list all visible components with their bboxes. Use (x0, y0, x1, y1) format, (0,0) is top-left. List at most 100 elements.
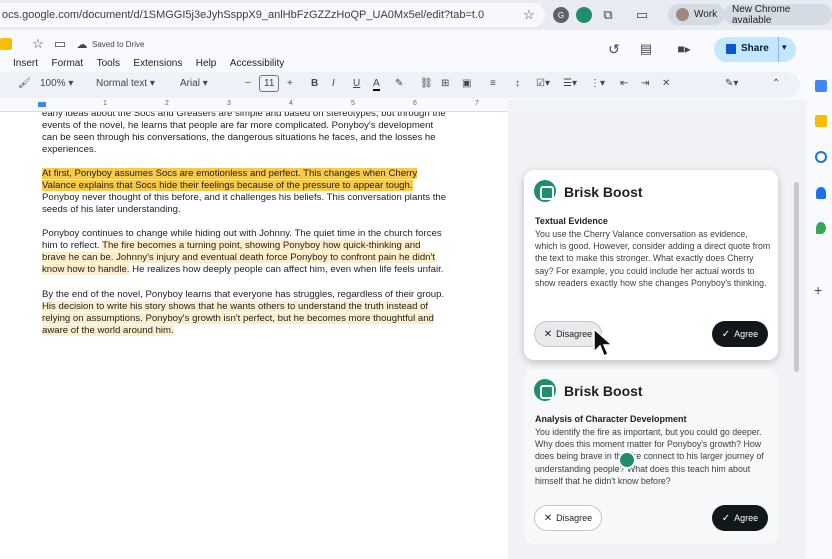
share-label: Share (741, 43, 769, 54)
meet-icon[interactable]: ■▸ (673, 40, 695, 58)
feedback-card: Brisk Boost Textual Evidence You use the… (524, 170, 778, 360)
increase-indent-icon[interactable]: ⇥ (641, 78, 649, 89)
zoom-value: 100% (40, 78, 66, 89)
bookmark-star-icon[interactable]: ☆ (521, 7, 537, 23)
increase-size-icon[interactable]: + (287, 78, 293, 89)
italic-button[interactable]: I (332, 78, 335, 89)
move-folder-icon[interactable]: ▭ (52, 36, 68, 52)
share-divider (778, 37, 779, 62)
share-button[interactable]: Share ▾ (714, 37, 796, 62)
comment-icon[interactable]: ⊞ (441, 78, 449, 89)
indent-marker[interactable] (38, 102, 46, 107)
menu-bar: Insert Format Tools Extensions Help Acce… (13, 53, 293, 71)
update-chrome-label: New Chrome available (732, 3, 791, 26)
agree-button[interactable]: ✓ Agree (712, 505, 768, 531)
share-dropdown-icon[interactable]: ▾ (782, 42, 787, 53)
disagree-button[interactable]: ✕ Disagree (534, 321, 602, 347)
side-rail: + (806, 30, 832, 559)
menu-insert[interactable]: Insert (13, 58, 38, 69)
check-icon: ✓ (721, 512, 731, 524)
menu-accessibility[interactable]: Accessibility (230, 58, 284, 69)
font-size-input[interactable]: 11 (259, 75, 280, 92)
maps-icon[interactable] (816, 222, 826, 234)
line-spacing-icon[interactable]: ↕ (515, 78, 520, 89)
document-page[interactable]: early ideas about the Socs and Greasers … (0, 112, 508, 559)
brisk-logo-icon (534, 379, 556, 401)
agree-label: Agree (734, 329, 759, 339)
underline-button[interactable]: U (353, 78, 360, 89)
check-icon: ✓ (721, 328, 731, 340)
paragraph-3: Ponyboy continues to change while hiding… (42, 228, 447, 276)
text-color-button[interactable]: A (373, 78, 380, 91)
cloud-saved-icon: ☁ (76, 38, 88, 51)
highlight-icon[interactable]: ✎ (395, 78, 403, 89)
calendar-icon[interactable] (815, 80, 827, 92)
editing-mode-icon[interactable]: ✎▾ (725, 78, 738, 89)
image-icon[interactable]: ▣ (462, 78, 471, 89)
formatting-toolbar: 🖌 100% ▾ Normal text ▾ Arial ▾ − 11 + B … (0, 72, 800, 98)
bold-button[interactable]: B (311, 78, 318, 89)
extension-icon[interactable]: G (553, 7, 569, 23)
profile-name: Work (694, 9, 718, 20)
bulleted-list-icon[interactable]: ☰▾ (563, 78, 577, 89)
card-body: You use the Cherry Valance conversation … (535, 229, 771, 288)
profile-avatar (676, 8, 689, 21)
clear-formatting-icon[interactable]: ✕ (662, 78, 670, 89)
decrease-size-icon[interactable]: − (245, 78, 251, 89)
paragraph-1: early ideas about the Socs and Greasers … (42, 112, 446, 156)
close-icon: ✕ (543, 512, 553, 524)
docs-logo-icon (0, 38, 12, 50)
history-icon[interactable]: ↺ (605, 40, 623, 58)
brisk-extension-icon[interactable] (576, 7, 592, 23)
profile-chip[interactable]: Work (668, 4, 726, 25)
mouse-cursor-icon (593, 328, 613, 358)
keep-icon[interactable] (815, 115, 827, 127)
saved-status: Saved to Drive (92, 40, 145, 49)
menu-tools[interactable]: Tools (97, 58, 120, 69)
style-select[interactable]: Normal text ▾ (96, 78, 155, 89)
add-addon-icon[interactable]: + (814, 282, 822, 298)
checklist-icon[interactable]: ☑▾ (536, 78, 550, 89)
font-value: Arial (180, 78, 201, 89)
paint-format-icon[interactable]: 🖌 (18, 78, 31, 89)
disagree-button[interactable]: ✕ Disagree (534, 505, 602, 531)
brisk-floating-icon[interactable] (618, 451, 636, 469)
disagree-label: Disagree (556, 329, 593, 339)
link-icon[interactable]: ⛓ (420, 78, 433, 89)
decrease-indent-icon[interactable]: ⇤ (620, 78, 628, 89)
zoom-select[interactable]: 100% ▾ (40, 78, 73, 89)
ruler-mark-3: 3 (227, 100, 231, 107)
agree-label: Agree (734, 513, 759, 523)
menu-format[interactable]: Format (51, 58, 83, 69)
align-icon[interactable]: ≡ (490, 78, 496, 89)
disagree-label: Disagree (556, 513, 593, 523)
numbered-list-icon[interactable]: ⋮▾ (590, 78, 605, 89)
collapse-toolbar-icon[interactable]: ⌃ (772, 78, 780, 89)
menu-help[interactable]: Help (196, 58, 217, 69)
tasks-icon[interactable] (815, 151, 827, 163)
tab-search-icon[interactable]: ▭ (634, 7, 650, 23)
update-chrome-chip[interactable]: New Chrome available (724, 3, 832, 26)
paragraph-4-start: By the end of the novel, Ponyboy learns … (42, 289, 445, 300)
paragraph-4: By the end of the novel, Ponyboy learns … (42, 289, 447, 337)
contacts-icon[interactable] (816, 187, 826, 199)
highlight-cherry: At first, Ponyboy assumes Socs are emoti… (42, 168, 418, 192)
ruler-mark-1: 1 (103, 100, 107, 107)
card-title: Brisk Boost (564, 184, 643, 200)
menu-extensions[interactable]: Extensions (133, 58, 182, 69)
card-title: Brisk Boost (564, 383, 643, 399)
paragraph-3-end: He realizes how deeply people can affect… (129, 264, 444, 276)
ruler-mark-6: 6 (413, 100, 417, 107)
star-icon[interactable]: ☆ (30, 36, 46, 52)
puzzle-icon[interactable]: ⧉ (600, 7, 616, 23)
font-select[interactable]: Arial ▾ (180, 78, 208, 89)
ruler-mark-7: 7 (475, 100, 479, 107)
panel-scrollbar[interactable] (794, 182, 799, 372)
address-bar[interactable]: ocs.google.com/document/d/1SMGGI5j3eJyhS… (0, 3, 545, 27)
comments-icon[interactable]: ▤ (637, 40, 655, 58)
brisk-logo-icon (534, 180, 556, 202)
agree-button[interactable]: ✓ Agree (712, 321, 768, 347)
ruler-mark-4: 4 (289, 100, 293, 107)
paragraph-2: At first, Ponyboy assumes Socs are emoti… (42, 168, 447, 216)
feedback-card: Brisk Boost Analysis of Character Develo… (524, 369, 778, 544)
